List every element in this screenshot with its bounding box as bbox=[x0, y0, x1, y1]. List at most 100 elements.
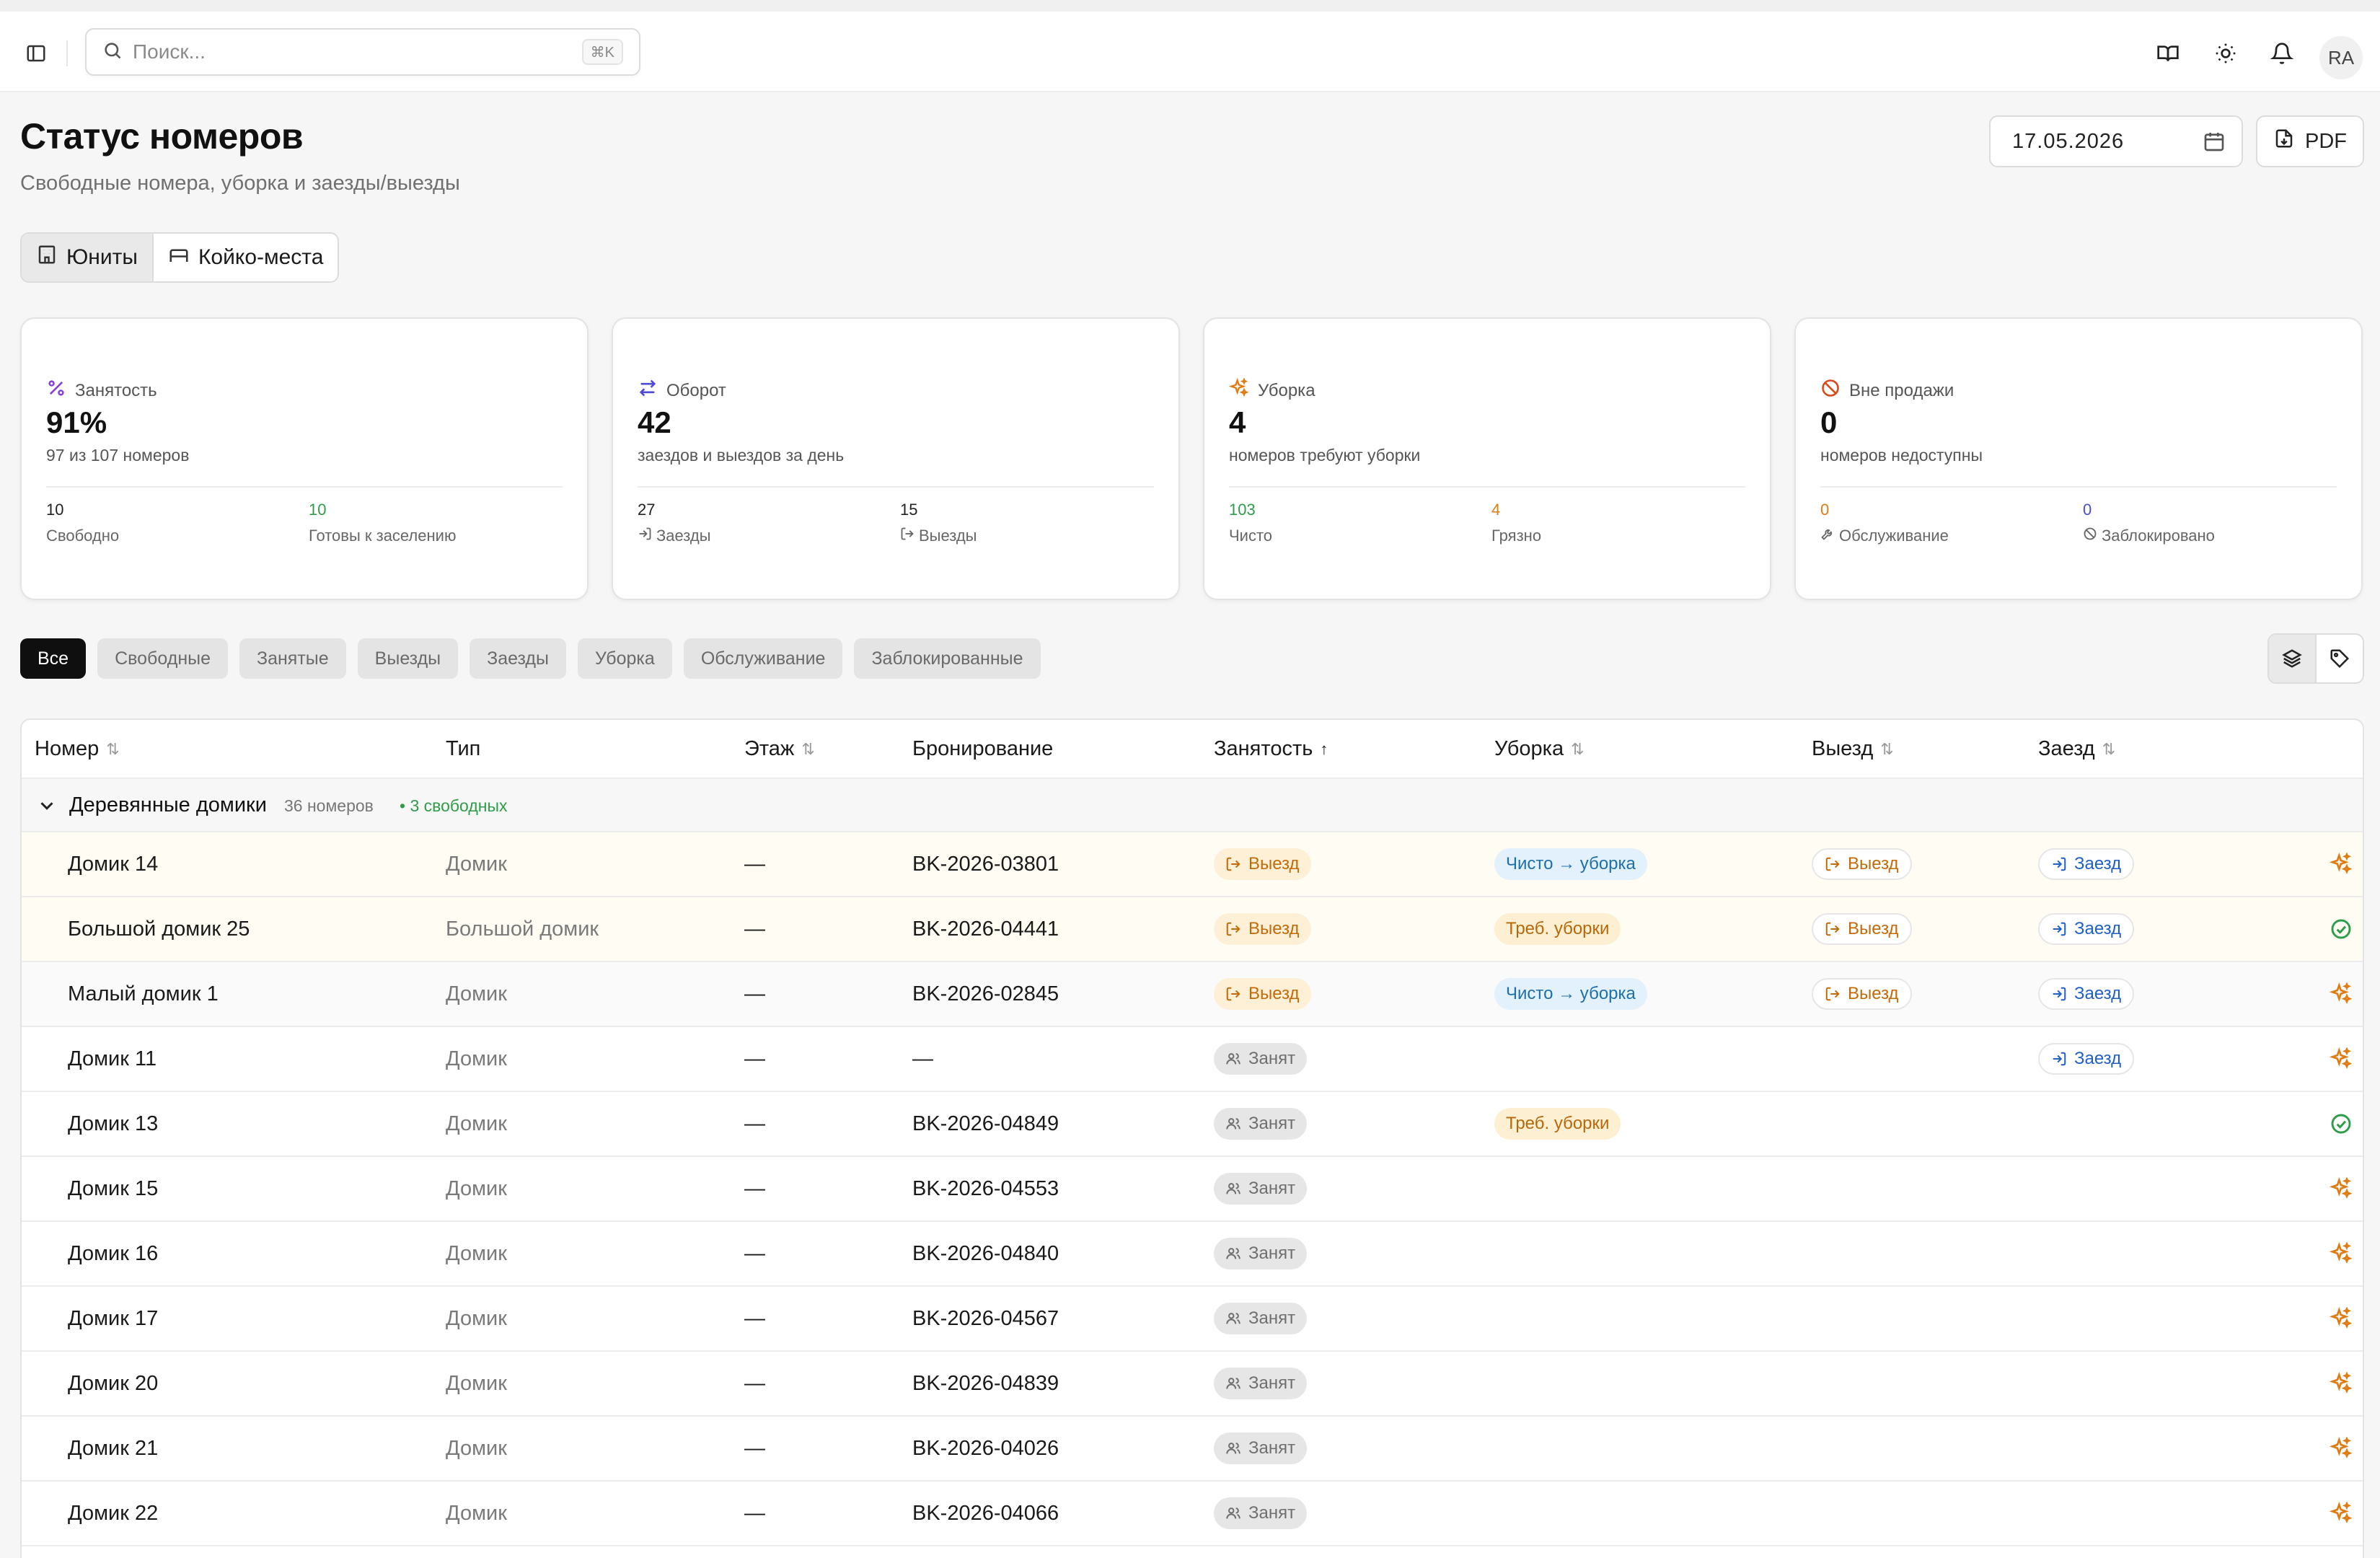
room-name[interactable]: Домик 13 bbox=[68, 1112, 158, 1136]
sparkles-icon[interactable] bbox=[2328, 1306, 2354, 1332]
booking-id[interactable]: BK-2026-04026 bbox=[912, 1437, 1059, 1461]
checkin-button[interactable]: Заезд bbox=[2038, 1043, 2135, 1075]
room-name[interactable]: Домик 14 bbox=[68, 853, 158, 876]
cleaning-badge[interactable]: Треб. уборки bbox=[1494, 1108, 1621, 1140]
sparkles-icon[interactable] bbox=[2328, 1500, 2354, 1526]
col-checkin[interactable]: Заезд ⇅ bbox=[2038, 737, 2115, 761]
table-row[interactable]: Большой домик 25 Большой домик — BK-2026-04… bbox=[22, 897, 2363, 962]
sparkles-icon[interactable] bbox=[2328, 1176, 2354, 1202]
booking-id[interactable]: BK-2026-04840 bbox=[912, 1242, 1059, 1266]
checkout-button[interactable]: Выезд bbox=[1812, 978, 1912, 1010]
tab-beds[interactable]: Койко-места bbox=[151, 234, 338, 281]
room-name[interactable]: Домик 21 bbox=[68, 1437, 158, 1461]
sort-icon[interactable]: ⇅ bbox=[2102, 740, 2115, 759]
cleaning-badge[interactable]: Чисто → уборка bbox=[1494, 978, 1647, 1010]
sort-icon[interactable]: ⇅ bbox=[1571, 740, 1584, 759]
sparkles-icon[interactable] bbox=[2328, 1435, 2354, 1461]
stat-desc: заездов и выездов за день bbox=[638, 446, 845, 465]
sparkles-icon[interactable] bbox=[2328, 851, 2354, 877]
col-occupancy[interactable]: Занятость ↑ bbox=[1214, 737, 1328, 761]
tab-units-label: Юниты bbox=[66, 245, 138, 269]
table-row[interactable]: Домик 21 Домик — BK-2026-04026 Занят bbox=[22, 1417, 2363, 1482]
export-pdf-button[interactable]: PDF bbox=[2256, 115, 2364, 167]
table-row[interactable]: Малый домик 1 Домик — BK-2026-02845 Выезд Чис… bbox=[22, 962, 2363, 1027]
table-row[interactable]: Домик 15 Домик — BK-2026-04553 Занят bbox=[22, 1157, 2363, 1222]
room-name[interactable]: Домик 17 bbox=[68, 1307, 158, 1331]
group-header[interactable]: Деревянные домики 36 номеров • 3 свободн… bbox=[22, 779, 2363, 832]
cleaning-badge[interactable]: Треб. уборки bbox=[1494, 913, 1621, 945]
sort-icon[interactable]: ⇅ bbox=[801, 740, 814, 759]
filter-checkins[interactable]: Заезды bbox=[470, 638, 566, 679]
sparkles-icon[interactable] bbox=[2328, 981, 2354, 1007]
room-name[interactable]: Малый домик 1 bbox=[68, 982, 219, 1006]
filter-cleaning[interactable]: Уборка bbox=[577, 638, 672, 679]
filter-occupied[interactable]: Занятые bbox=[239, 638, 346, 679]
booking-id[interactable]: BK-2026-04839 bbox=[912, 1372, 1059, 1396]
filter-maintenance[interactable]: Обслуживание bbox=[683, 638, 843, 679]
booking-id[interactable]: BK-2026-04553 bbox=[912, 1177, 1059, 1201]
booking-id[interactable]: BK-2026-04441 bbox=[912, 917, 1059, 941]
booking-id[interactable]: — bbox=[912, 1047, 933, 1071]
room-name[interactable]: Домик 11 bbox=[68, 1047, 157, 1071]
sort-icon[interactable]: ⇅ bbox=[106, 740, 119, 759]
table-row[interactable]: Домик 16 Домик — BK-2026-04840 Занят bbox=[22, 1222, 2363, 1287]
stat-sub-label: Заезды bbox=[656, 527, 711, 545]
filter-all[interactable]: Все bbox=[20, 638, 87, 679]
grouping-toggle bbox=[2267, 633, 2364, 684]
users-icon bbox=[1225, 1505, 1241, 1521]
table-row[interactable]: Домик 17 Домик — BK-2026-04567 Занят bbox=[22, 1287, 2363, 1352]
table-row[interactable]: Домик 11 Домик — — Занят Заезд bbox=[22, 1027, 2363, 1092]
checkin-button[interactable]: Заезд bbox=[2038, 848, 2135, 880]
date-picker[interactable]: 17.05.2026 bbox=[1989, 115, 2243, 167]
check-circle-icon[interactable] bbox=[2328, 916, 2354, 942]
room-floor: — bbox=[744, 1177, 765, 1200]
col-number[interactable]: Номер ⇅ bbox=[35, 737, 120, 761]
check-circle-icon[interactable] bbox=[2328, 1111, 2354, 1137]
stat-label: Занятость bbox=[75, 380, 157, 400]
table-row[interactable]: Домик 13 Домик — BK-2026-04849 Занят Треб. уб… bbox=[22, 1092, 2363, 1157]
booking-id[interactable]: BK-2026-02845 bbox=[912, 982, 1059, 1006]
checkout-button[interactable]: Выезд bbox=[1812, 848, 1912, 880]
room-name[interactable]: Домик 22 bbox=[68, 1502, 158, 1526]
sparkles-icon[interactable] bbox=[2328, 1370, 2354, 1396]
search-box[interactable]: ⌘K bbox=[85, 28, 640, 76]
col-cleaning[interactable]: Уборка ⇅ bbox=[1494, 737, 1585, 761]
checkout-button[interactable]: Выезд bbox=[1812, 913, 1912, 945]
theme-sun-icon[interactable] bbox=[2211, 39, 2240, 68]
table-row[interactable]: Домик 20 Домик — BK-2026-04839 Занят bbox=[22, 1352, 2363, 1417]
calendar-icon[interactable] bbox=[2203, 130, 2226, 159]
tab-units[interactable]: Юниты bbox=[22, 234, 152, 281]
layers-icon[interactable] bbox=[2269, 635, 2315, 682]
booking-id[interactable]: BK-2026-04066 bbox=[912, 1502, 1059, 1526]
room-name[interactable]: Домик 20 bbox=[68, 1372, 158, 1396]
room-name[interactable]: Домик 15 bbox=[68, 1177, 158, 1201]
tag-icon[interactable] bbox=[2315, 635, 2363, 682]
room-name[interactable]: Домик 16 bbox=[68, 1242, 158, 1266]
filter-free[interactable]: Свободные bbox=[97, 638, 228, 679]
avatar[interactable]: RA bbox=[2319, 36, 2363, 79]
booking-id[interactable]: BK-2026-03801 bbox=[912, 853, 1059, 876]
checkin-button[interactable]: Заезд bbox=[2038, 978, 2135, 1010]
booking-id[interactable]: BK-2026-04849 bbox=[912, 1112, 1059, 1136]
occupancy-badge: Выезд bbox=[1214, 848, 1311, 880]
room-name[interactable]: Большой домик 25 bbox=[68, 917, 250, 941]
checkin-button[interactable]: Заезд bbox=[2038, 913, 2135, 945]
sparkles-icon[interactable] bbox=[2328, 1241, 2354, 1267]
filter-checkouts[interactable]: Выезды bbox=[357, 638, 459, 679]
cleaning-badge[interactable]: Чисто → уборка bbox=[1494, 848, 1647, 880]
sidebar-toggle-icon[interactable] bbox=[22, 39, 50, 68]
col-floor[interactable]: Этаж ⇅ bbox=[744, 737, 815, 761]
filter-blocked[interactable]: Заблокированные bbox=[854, 638, 1041, 679]
sparkles-icon[interactable] bbox=[2328, 1046, 2354, 1072]
sort-icon[interactable]: ⇅ bbox=[1880, 740, 1893, 759]
col-checkout[interactable]: Выезд ⇅ bbox=[1812, 737, 1894, 761]
booking-id[interactable]: BK-2026-04567 bbox=[912, 1307, 1059, 1331]
chevron-down-icon[interactable] bbox=[36, 795, 58, 820]
table-row[interactable]: Домик 14 Домик — BK-2026-03801 Выезд Чисто → … bbox=[22, 832, 2363, 897]
search-input[interactable] bbox=[133, 40, 537, 63]
docs-book-icon[interactable] bbox=[2154, 39, 2182, 68]
table-row[interactable]: Домик 22 Домик — BK-2026-04066 Занят bbox=[22, 1482, 2363, 1546]
group-count: 36 номеров bbox=[284, 796, 374, 815]
notifications-bell-icon[interactable] bbox=[2267, 39, 2296, 68]
sort-asc-icon[interactable]: ↑ bbox=[1320, 740, 1328, 759]
